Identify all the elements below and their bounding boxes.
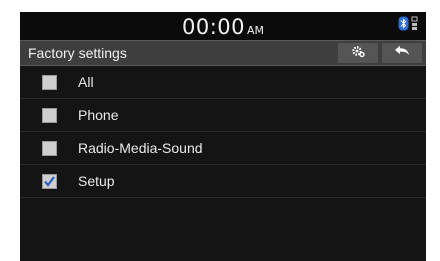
- list-item-all[interactable]: All: [20, 66, 426, 99]
- bluetooth-icon: [398, 16, 409, 36]
- checkbox-all[interactable]: [42, 75, 57, 90]
- item-label: Phone: [78, 107, 119, 123]
- item-label: Radio-Media-Sound: [78, 140, 203, 156]
- head-unit-screen: 00:00 AM Factory settings All Phone Radi…: [20, 12, 426, 261]
- check-icon: [44, 176, 55, 187]
- phone-signal-icon: [411, 16, 418, 36]
- back-arrow-icon: [394, 44, 410, 62]
- status-icons: [398, 16, 418, 36]
- settings-gear-icon: [351, 44, 365, 63]
- settings-list: All Phone Radio-Media-Sound Setup: [20, 66, 426, 198]
- clock-time: 00:00: [181, 15, 245, 39]
- page-title: Factory settings: [28, 45, 127, 61]
- status-bar: 00:00 AM: [20, 12, 426, 40]
- item-label: All: [78, 74, 94, 90]
- checkbox-phone[interactable]: [42, 108, 57, 123]
- item-label: Setup: [78, 173, 115, 189]
- clock-ampm: AM: [247, 24, 265, 37]
- list-item-setup[interactable]: Setup: [20, 165, 426, 198]
- back-button[interactable]: [382, 43, 422, 63]
- checkbox-setup[interactable]: [42, 174, 57, 189]
- title-bar: Factory settings: [20, 40, 426, 66]
- settings-button[interactable]: [338, 43, 378, 63]
- checkbox-radio-media-sound[interactable]: [42, 141, 57, 156]
- list-item-phone[interactable]: Phone: [20, 99, 426, 132]
- clock: 00:00 AM: [20, 15, 426, 39]
- list-item-radio-media-sound[interactable]: Radio-Media-Sound: [20, 132, 426, 165]
